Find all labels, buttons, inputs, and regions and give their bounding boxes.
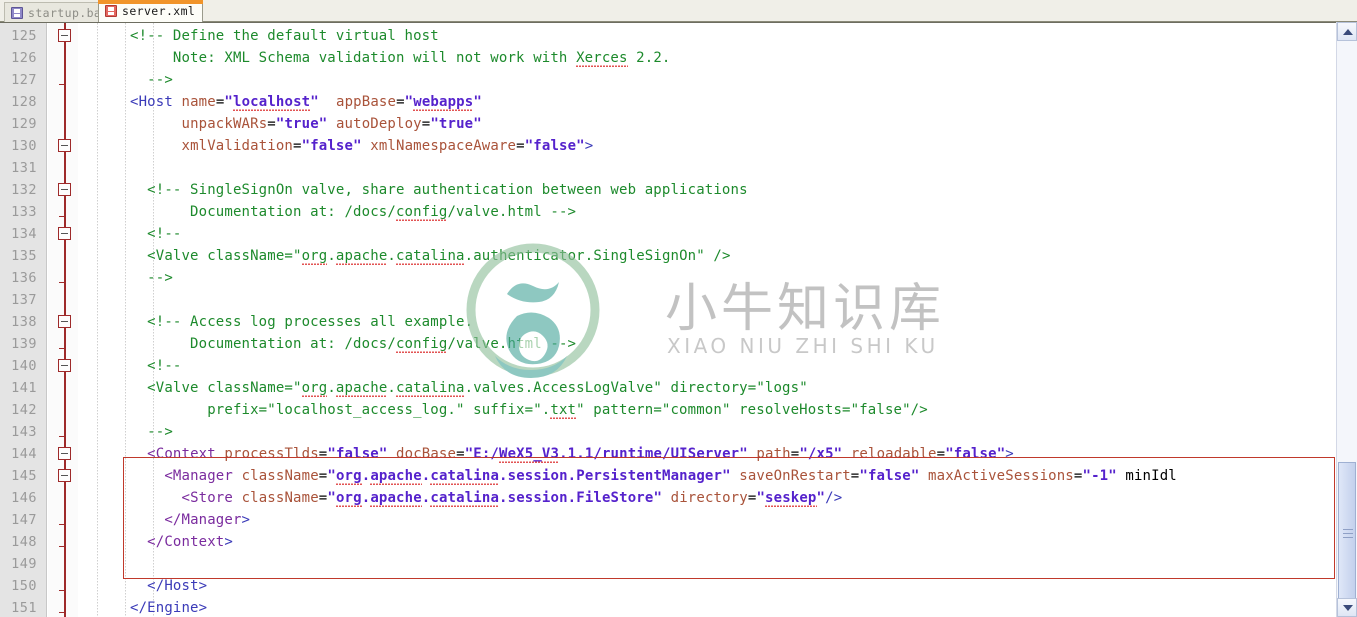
code-line[interactable]: <Host name="localhost" appBase="webapps" <box>130 91 482 113</box>
indent-guide <box>125 23 126 617</box>
code-line[interactable]: <Store className="org.apache.catalina.se… <box>130 487 842 509</box>
code-editor[interactable]: 125 126 127 128 129 130 131 132 133 134 135 136 137 1… <box>0 22 1357 617</box>
line-number: 137 <box>11 292 37 308</box>
fold-end-tick <box>59 590 65 591</box>
fold-collapse-icon[interactable] <box>58 29 71 42</box>
fold-collapse-icon[interactable] <box>58 139 71 152</box>
fold-end-tick <box>59 282 65 283</box>
code-line[interactable]: <!-- Define the default virtual host <box>130 25 439 47</box>
fold-collapse-icon[interactable] <box>58 183 71 196</box>
line-number: 146 <box>11 490 37 506</box>
code-line[interactable]: <!-- Access log processes all example. <box>130 311 473 333</box>
line-number: 149 <box>11 556 37 572</box>
line-number: 133 <box>11 204 37 220</box>
line-number: 135 <box>11 248 37 264</box>
fold-margin[interactable] <box>48 23 78 617</box>
fold-end-tick <box>59 436 65 437</box>
line-number: 127 <box>11 72 37 88</box>
code-line[interactable]: <Valve className="org.apache.catalina.va… <box>130 377 808 399</box>
code-line[interactable]: </Context> <box>130 531 233 553</box>
scroll-up-button[interactable] <box>1337 22 1357 41</box>
code-line[interactable]: --> <box>130 69 173 91</box>
code-line[interactable]: <!-- <box>130 223 181 245</box>
line-number: 140 <box>11 358 37 374</box>
file-icon <box>11 6 23 19</box>
code-line[interactable]: prefix="localhost_access_log." suffix=".… <box>130 399 928 421</box>
indent-guide <box>97 23 98 617</box>
tab-label: startup.bat <box>28 5 109 20</box>
code-line[interactable]: <Manager className="org.apache.catalina.… <box>130 465 1177 487</box>
line-number: 150 <box>11 578 37 594</box>
fold-end-tick <box>59 612 65 613</box>
fold-end-tick <box>59 348 65 349</box>
fold-end-tick <box>59 524 65 525</box>
fold-collapse-icon[interactable] <box>58 227 71 240</box>
line-number: 130 <box>11 138 37 154</box>
code-content[interactable]: <!-- Define the default virtual host Not… <box>78 23 1336 617</box>
code-line[interactable]: <!-- <box>130 355 181 377</box>
code-line[interactable]: <Valve className="org.apache.catalina.au… <box>130 245 731 267</box>
line-number: 147 <box>11 512 37 528</box>
line-number: 142 <box>11 402 37 418</box>
code-line[interactable]: Note: XML Schema validation will not wor… <box>130 47 670 69</box>
line-number: 125 <box>11 28 37 44</box>
line-number: 151 <box>11 600 37 616</box>
chevron-down-icon <box>1343 605 1353 611</box>
fold-collapse-icon[interactable] <box>58 359 71 372</box>
fold-end-tick <box>59 84 65 85</box>
line-number: 145 <box>11 468 37 484</box>
tab-label: server.xml <box>122 4 196 18</box>
code-line[interactable]: <Context processTlds="false" docBase="E:… <box>130 443 1014 465</box>
tab-server-xml[interactable]: server.xml <box>98 0 204 22</box>
fold-end-tick <box>59 546 65 547</box>
code-line[interactable]: </Engine> <box>130 597 207 617</box>
code-line[interactable]: </Host> <box>130 575 207 597</box>
code-line[interactable]: --> <box>130 267 173 289</box>
line-number: 138 <box>11 314 37 330</box>
line-number: 131 <box>11 160 37 176</box>
line-number: 148 <box>11 534 37 550</box>
chevron-up-icon <box>1343 29 1353 35</box>
line-number: 129 <box>11 116 37 132</box>
line-number-gutter: 125 126 127 128 129 130 131 132 133 134 135 136 137 1… <box>0 23 47 617</box>
line-number: 144 <box>11 446 37 462</box>
line-number: 128 <box>11 94 37 110</box>
line-number: 132 <box>11 182 37 198</box>
code-line[interactable]: --> <box>130 421 173 443</box>
line-number: 126 <box>11 50 37 66</box>
file-icon <box>105 5 117 17</box>
code-line[interactable]: </Manager> <box>130 509 250 531</box>
line-number: 136 <box>11 270 37 286</box>
vertical-scrollbar[interactable] <box>1336 22 1357 617</box>
code-line[interactable]: <!-- SingleSignOn valve, share authentic… <box>130 179 748 201</box>
line-number: 143 <box>11 424 37 440</box>
code-line[interactable]: Documentation at: /docs/config/valve.htm… <box>130 201 576 223</box>
line-number: 139 <box>11 336 37 352</box>
fold-collapse-icon[interactable] <box>58 315 71 328</box>
scroll-down-button[interactable] <box>1337 598 1357 617</box>
fold-collapse-icon[interactable] <box>58 469 71 482</box>
fold-collapse-icon[interactable] <box>58 447 71 460</box>
line-number: 141 <box>11 380 37 396</box>
code-line[interactable]: xmlValidation="false" xmlNamespaceAware=… <box>130 135 593 157</box>
fold-end-tick <box>59 216 65 217</box>
scrollbar-thumb[interactable] <box>1338 462 1356 602</box>
code-line[interactable]: unpackWARs="true" autoDeploy="true" <box>130 113 482 135</box>
tab-bar: startup.bat server.xml <box>0 0 1357 22</box>
line-number: 134 <box>11 226 37 242</box>
code-line[interactable]: Documentation at: /docs/config/valve.htm… <box>130 333 576 355</box>
